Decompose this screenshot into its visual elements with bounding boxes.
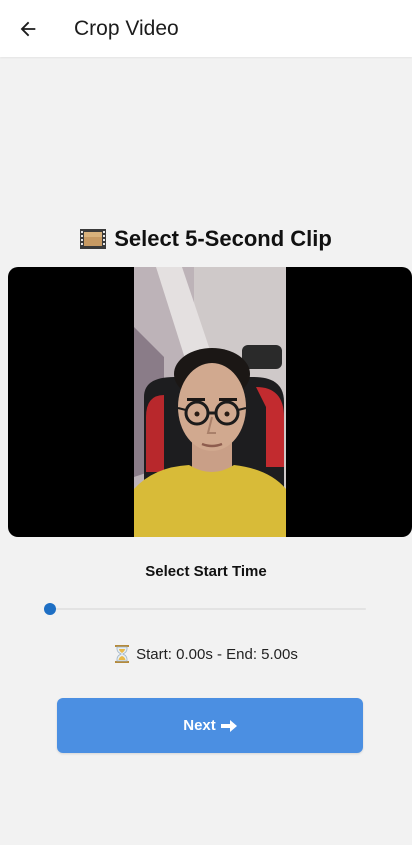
next-button-label: Next [183, 717, 216, 734]
start-time-slider[interactable] [44, 601, 366, 617]
next-button[interactable]: Next [57, 698, 363, 753]
video-frame-image [134, 267, 286, 537]
time-range-info: Start: 0.00s - End: 5.00s [0, 645, 412, 663]
page-title: Crop Video [74, 16, 179, 40]
hourglass-icon [115, 645, 130, 663]
clip-section-title: Select 5-Second Clip [0, 226, 412, 252]
film-frames-icon [80, 229, 107, 249]
app-bar: Crop Video [0, 0, 412, 57]
clip-section-title-text: Select 5-Second Clip [114, 226, 332, 251]
time-range-text: Start: 0.00s - End: 5.00s [136, 645, 298, 663]
arrow-left-icon [20, 21, 36, 36]
slider-thumb[interactable] [44, 603, 56, 615]
slider-label: Select Start Time [145, 563, 267, 580]
back-button[interactable] [0, 0, 56, 57]
slider-track [50, 608, 366, 610]
arrow-right-icon [220, 719, 237, 732]
video-preview[interactable] [8, 267, 412, 537]
